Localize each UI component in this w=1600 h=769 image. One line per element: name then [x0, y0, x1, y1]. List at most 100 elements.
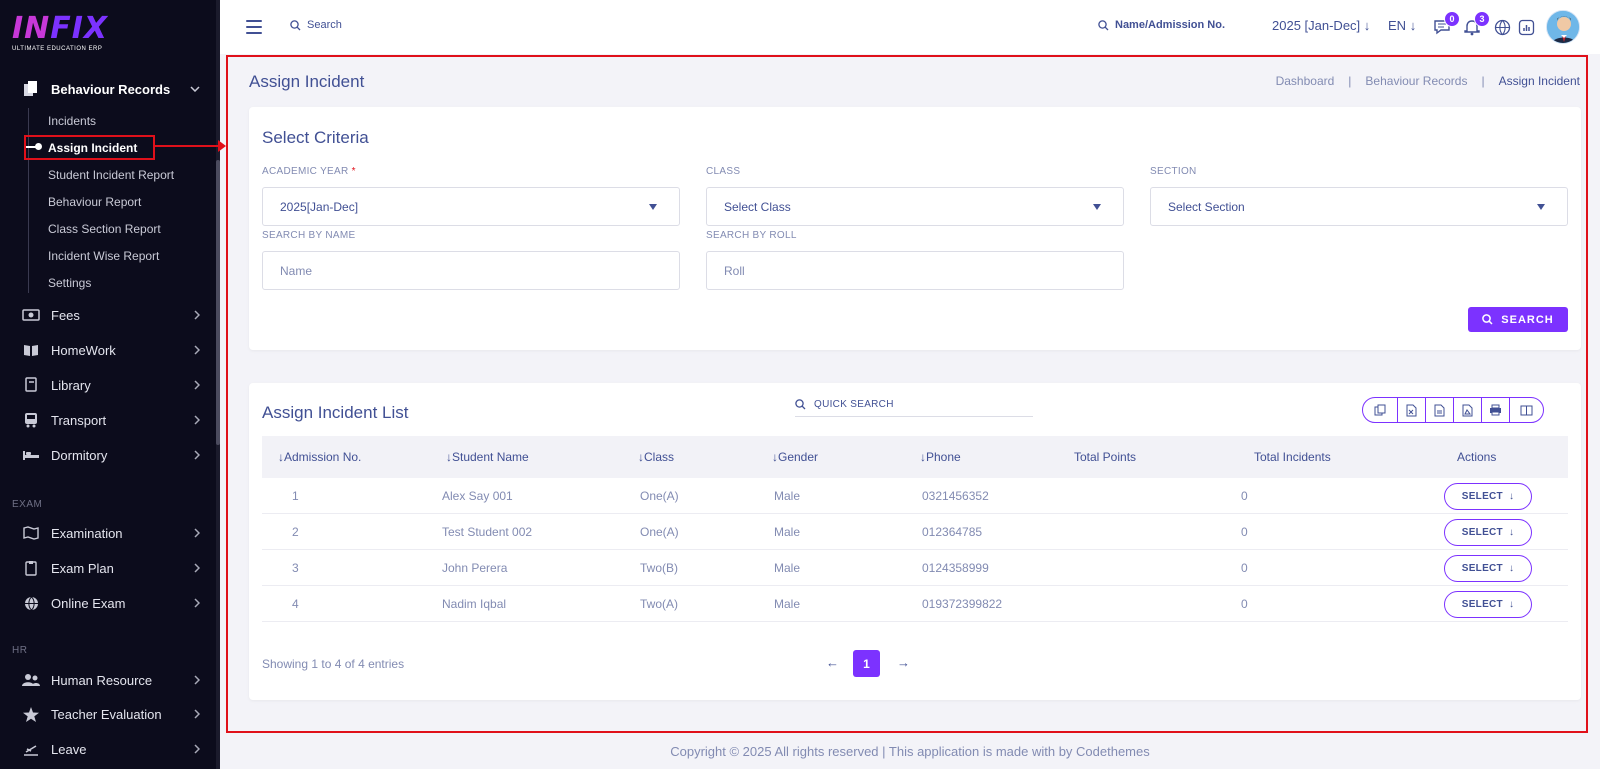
column-admission-no[interactable]: ↓Admission No.	[278, 450, 361, 464]
top-search[interactable]: Search	[290, 19, 342, 31]
analytics-icon[interactable]	[1516, 17, 1536, 37]
sidebar-item-homework[interactable]: HomeWork	[0, 335, 216, 365]
cell-admission-no: 2	[292, 525, 299, 539]
submenu-item-incidents[interactable]: Incidents	[48, 112, 96, 130]
select-button[interactable]: SELECT ↓	[1444, 483, 1532, 510]
sidebar-item-label: Library	[51, 377, 91, 393]
roll-input[interactable]: Roll	[706, 251, 1124, 290]
quick-search-input[interactable]: QUICK SEARCH	[795, 393, 1033, 417]
search-icon	[1098, 19, 1109, 30]
column-gender[interactable]: ↓Gender	[772, 450, 818, 464]
pagination-current[interactable]: 1	[853, 650, 880, 677]
money-icon	[22, 306, 40, 324]
excel-icon[interactable]	[1397, 398, 1425, 422]
select-button[interactable]: SELECT ↓	[1444, 519, 1532, 546]
select-button[interactable]: SELECT ↓	[1444, 591, 1532, 618]
star-icon	[22, 705, 40, 723]
sidebar-item-fees[interactable]: Fees	[0, 300, 216, 330]
caret-down-icon	[1093, 204, 1101, 210]
language-select[interactable]: EN ↓	[1388, 18, 1416, 33]
footer: Copyright © 2025 All rights reserved | T…	[670, 744, 1150, 759]
pagination-prev-icon[interactable]: ←	[826, 655, 839, 670]
breadcrumb-dashboard[interactable]: Dashboard	[1276, 74, 1335, 88]
column-class[interactable]: ↓Class	[638, 450, 674, 464]
logo[interactable]: INFIX ULTIMATE EDUCATION ERP	[12, 11, 109, 53]
cell-gender: Male	[774, 597, 801, 611]
sidebar-item-online-exam[interactable]: Online Exam	[0, 588, 216, 618]
menu-icon[interactable]	[246, 20, 262, 34]
class-select[interactable]: Select Class	[706, 187, 1124, 226]
avatar[interactable]	[1546, 10, 1580, 44]
table-header: ↓Admission No. ↓Student Name ↓Class ↓Gen…	[262, 436, 1568, 478]
name-input[interactable]: Name	[262, 251, 680, 290]
submenu-item-settings[interactable]: Settings	[48, 274, 91, 292]
submenu-item-class-section-report[interactable]: Class Section Report	[48, 220, 161, 238]
print-icon[interactable]	[1481, 398, 1509, 422]
academic-year-select[interactable]: 2025[Jan-Dec]	[262, 187, 680, 226]
export-buttons	[1362, 397, 1544, 423]
sidebar-item-examination[interactable]: Examination	[0, 518, 216, 548]
globe-icon[interactable]	[1492, 17, 1512, 37]
submenu-item-behaviour-report[interactable]: Behaviour Report	[48, 193, 141, 211]
sidebar-item-library[interactable]: Library	[0, 370, 216, 400]
cell-phone: 0124358999	[922, 561, 989, 575]
sidebar-item-transport[interactable]: Transport	[0, 405, 216, 435]
arrow-down-icon: ↓	[1508, 527, 1515, 538]
name-placeholder: Name	[280, 264, 313, 278]
sidebar-scrollbar[interactable]	[216, 0, 220, 769]
notifications-icon[interactable]: 3	[1462, 11, 1490, 37]
breadcrumb: Dashboard | Behaviour Records | Assign I…	[1276, 74, 1580, 88]
logo-brand-b: FIX	[50, 11, 109, 46]
entries-info: Showing 1 to 4 of 4 entries	[262, 657, 405, 671]
sidebar-item-leave[interactable]: Leave	[0, 734, 216, 764]
chevron-down-icon	[190, 86, 200, 92]
submenu-item-student-incident-report[interactable]: Student Incident Report	[48, 166, 174, 184]
caret-down-icon	[649, 204, 657, 210]
sidebar-item-label: Online Exam	[51, 595, 126, 611]
pagination-next-icon[interactable]: →	[897, 655, 910, 670]
sidebar-item-label: Teacher Evaluation	[51, 706, 162, 722]
select-button[interactable]: SELECT ↓	[1444, 555, 1532, 582]
cell-phone: 012364785	[922, 525, 983, 539]
chevron-right-icon	[194, 598, 200, 608]
cell-class: One(A)	[640, 525, 679, 539]
cell-class: Two(B)	[640, 561, 679, 575]
sidebar-item-label: Fees	[51, 307, 80, 323]
table-row: 4 Nadim Iqbal Two(A) Male 019372399822 0…	[262, 586, 1568, 622]
column-actions: Actions	[1457, 450, 1497, 464]
cell-total-incidents: 0	[1241, 489, 1248, 503]
caret-down-icon	[1537, 204, 1545, 210]
sidebar-item-exam-plan[interactable]: Exam Plan	[0, 553, 216, 583]
messages-badge: 0	[1444, 11, 1460, 27]
sidebar-item-human-resource[interactable]: Human Resource	[0, 665, 216, 695]
sidebar-item-behaviour-records[interactable]: Behaviour Records	[0, 74, 216, 104]
column-total-incidents[interactable]: Total Incidents	[1254, 450, 1331, 464]
chevron-right-icon	[194, 709, 200, 719]
notifications-badge: 3	[1474, 11, 1490, 27]
student-search[interactable]: Name/Admission No.	[1098, 19, 1225, 31]
sidebar-item-dormitory[interactable]: Dormitory	[0, 440, 216, 470]
library-icon	[22, 376, 40, 394]
csv-icon[interactable]	[1425, 398, 1453, 422]
column-student-name[interactable]: ↓Student Name	[446, 450, 529, 464]
section-label: SECTION	[1150, 166, 1197, 177]
class-label: CLASS	[706, 166, 741, 177]
search-button[interactable]: SEARCH	[1468, 307, 1568, 332]
messages-icon[interactable]: 0	[1432, 11, 1460, 37]
column-phone[interactable]: ↓Phone	[920, 450, 961, 464]
copy-icon[interactable]	[1363, 398, 1397, 422]
cell-student-name: Nadim Iqbal	[442, 597, 507, 611]
column-total-points[interactable]: Total Points	[1074, 450, 1136, 464]
section-select[interactable]: Select Section	[1150, 187, 1568, 226]
cell-gender: Male	[774, 561, 801, 575]
cell-admission-no: 4	[292, 597, 299, 611]
columns-icon[interactable]	[1509, 398, 1543, 422]
cell-gender: Male	[774, 525, 801, 539]
year-select[interactable]: 2025 [Jan-Dec] ↓	[1272, 18, 1370, 33]
breadcrumb-behaviour-records[interactable]: Behaviour Records	[1365, 74, 1467, 88]
table-row: 1 Alex Say 001 One(A) Male 0321456352 0 …	[262, 478, 1568, 514]
sidebar-item-teacher-evaluation[interactable]: Teacher Evaluation	[0, 699, 216, 729]
submenu-item-incident-wise-report[interactable]: Incident Wise Report	[48, 247, 159, 265]
search-icon	[1482, 314, 1493, 325]
pdf-icon[interactable]	[1453, 398, 1481, 422]
